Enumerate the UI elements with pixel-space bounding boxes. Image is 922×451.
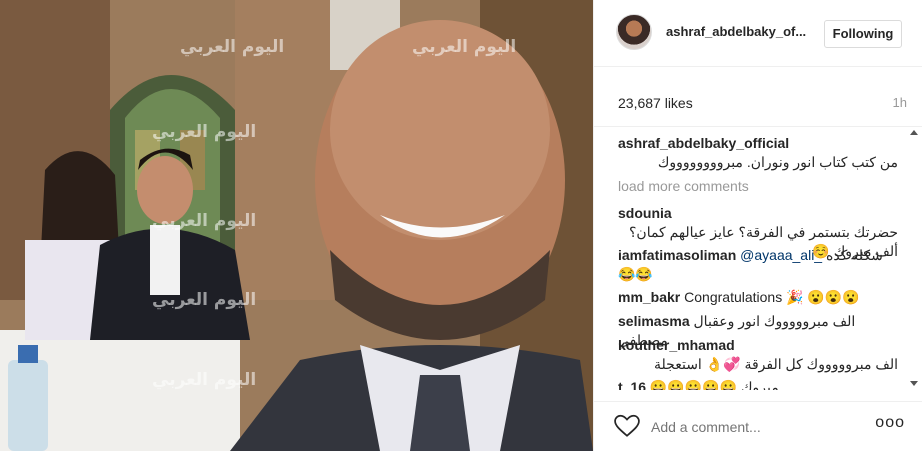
avatar[interactable] [616, 14, 652, 50]
photo-illustration [0, 0, 593, 451]
watermark: اليوم العربي [412, 37, 517, 57]
comment-text: الف مبروووووك كل الفرقة 💞👌 استعجلة [654, 356, 898, 372]
watermark: اليوم العربي [152, 122, 257, 142]
comment-item: kouther_mhamad الف مبروووووك كل الفرقة 💞… [618, 336, 898, 374]
post-photo[interactable]: اليوم العربي اليوم العربي اليوم العربي ا… [0, 0, 593, 451]
watermark: اليوم العربي [180, 37, 285, 57]
comment-item: mm_bakr Congratulations 🎉 😮😮😮 [618, 288, 898, 307]
likes-count[interactable]: 23,687 likes [618, 95, 693, 111]
scroll-down-arrow-icon[interactable] [910, 381, 918, 386]
watermark: اليوم العربي [152, 370, 257, 390]
more-options-icon[interactable]: ooo [875, 414, 905, 432]
likes-row: 23,687 likes 1h [594, 67, 922, 127]
comment-bar: ooo [594, 401, 922, 451]
load-more-comments[interactable]: load more comments [618, 178, 749, 194]
watermark: اليوم العربي [152, 211, 257, 231]
comment-mention[interactable]: @ayaaa_ali_ [740, 247, 822, 263]
comment-username[interactable]: iamfatimasoliman [618, 247, 736, 263]
comment-username[interactable]: sdounia [618, 205, 672, 221]
comment-username[interactable]: kouther_mhamad [618, 337, 735, 353]
comment-item: iamfatimasoliman @ayaaa_ali_ شكله كده 😂😂 [618, 246, 898, 284]
add-comment-input[interactable] [651, 417, 861, 437]
post-header: ashraf_abdelbaky_of... Following [594, 0, 922, 67]
watermark: اليوم العربي [152, 290, 257, 310]
comment-text: من كتب كتاب انور ونوران. مبرووووووووك [657, 154, 898, 170]
comment-text: Congratulations 🎉 😮😮😮 [684, 289, 860, 305]
comments-scrollbar[interactable] [906, 128, 922, 390]
post-side-panel: ashraf_abdelbaky_of... Following 23,687 … [593, 0, 922, 451]
heart-icon[interactable] [614, 414, 640, 438]
username[interactable]: ashraf_abdelbaky_of... [666, 24, 806, 39]
comment-username[interactable]: selimasma [618, 313, 690, 329]
comments-list: ashraf_abdelbaky_official من كتب كتاب ان… [594, 128, 906, 390]
comment-text: مبروك 😀😀😀😀😀 [649, 379, 779, 390]
comment-item: t_16 مبروك 😀😀😀😀😀 [618, 378, 898, 390]
following-button[interactable]: Following [824, 20, 902, 48]
comment-username[interactable]: mm_bakr [618, 289, 680, 305]
comment-username[interactable]: ashraf_abdelbaky_official [618, 135, 789, 151]
scroll-up-arrow-icon[interactable] [910, 130, 918, 135]
comment-item: ashraf_abdelbaky_official من كتب كتاب ان… [618, 134, 898, 172]
comment-username[interactable]: t_16 [618, 379, 646, 390]
post-time[interactable]: 1h [893, 95, 907, 110]
